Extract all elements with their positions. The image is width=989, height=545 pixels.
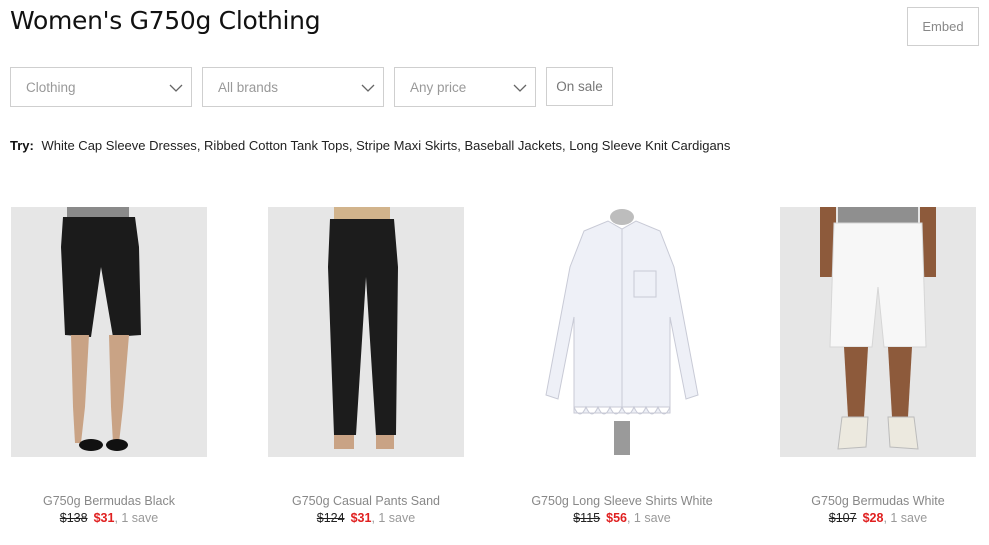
- category-select[interactable]: Clothing: [10, 67, 192, 107]
- save-count[interactable]: , 1 save: [883, 511, 927, 525]
- product-image[interactable]: [524, 207, 720, 457]
- chevron-down-icon: [169, 84, 183, 92]
- product-card: G750g Bermudas White $107 $28, 1 save: [780, 207, 976, 525]
- on-sale-button[interactable]: On sale: [546, 67, 613, 106]
- original-price: $138: [59, 511, 88, 525]
- sale-price: $28: [862, 511, 884, 525]
- product-prices: $124 $31, 1 save: [246, 511, 486, 525]
- brand-select[interactable]: All brands: [202, 67, 384, 107]
- embed-button[interactable]: Embed: [907, 7, 979, 46]
- product-card: G750g Casual Pants Sand $124 $31, 1 save: [268, 207, 464, 525]
- save-count[interactable]: , 1 save: [114, 511, 158, 525]
- product-image[interactable]: [11, 207, 207, 457]
- brand-select-value: All brands: [218, 80, 279, 95]
- product-name[interactable]: G750g Bermudas Black: [0, 494, 229, 508]
- product-photo-long-sleeve-shirt: [545, 209, 699, 455]
- product-prices: $115 $56, 1 save: [502, 511, 742, 525]
- chevron-down-icon: [361, 84, 375, 92]
- sale-price: $56: [606, 511, 627, 525]
- product-prices: $138 $31, 1 save: [0, 511, 229, 525]
- product-name[interactable]: G750g Bermudas White: [758, 494, 989, 508]
- product-card: G750g Bermudas Black $138 $31, 1 save: [11, 207, 207, 525]
- product-image[interactable]: [780, 207, 976, 457]
- save-count[interactable]: , 1 save: [371, 511, 415, 525]
- original-price: $107: [828, 511, 857, 525]
- try-link[interactable]: Baseball Jackets: [464, 138, 562, 153]
- product-photo-bermudas-white: [820, 207, 936, 450]
- try-link[interactable]: Ribbed Cotton Tank Tops: [204, 138, 349, 153]
- original-price: $115: [573, 511, 601, 525]
- price-select-value: Any price: [410, 80, 467, 95]
- product-photo-bermudas-black: [61, 207, 141, 451]
- page-title: Women's G750g Clothing: [10, 6, 321, 35]
- category-select-value: Clothing: [26, 80, 76, 95]
- try-link[interactable]: Long Sleeve Knit Cardigans: [569, 138, 730, 153]
- original-price: $124: [316, 511, 345, 525]
- try-label: Try:: [10, 138, 34, 153]
- sale-price: $31: [93, 511, 115, 525]
- try-suggestions: Try: White Cap Sleeve Dresses, Ribbed Co…: [10, 138, 731, 153]
- product-card: G750g Long Sleeve Shirts White $115 $56, …: [524, 207, 720, 525]
- product-name[interactable]: G750g Casual Pants Sand: [246, 494, 486, 508]
- product-name[interactable]: G750g Long Sleeve Shirts White: [502, 494, 742, 508]
- product-image[interactable]: [268, 207, 464, 457]
- save-count[interactable]: , 1 save: [627, 511, 671, 525]
- chevron-down-icon: [513, 84, 527, 92]
- product-prices: $107 $28, 1 save: [758, 511, 989, 525]
- try-link[interactable]: Stripe Maxi Skirts: [356, 138, 457, 153]
- sale-price: $31: [350, 511, 372, 525]
- product-photo-casual-pants: [328, 207, 398, 449]
- try-link[interactable]: White Cap Sleeve Dresses: [41, 138, 196, 153]
- price-select[interactable]: Any price: [394, 67, 536, 107]
